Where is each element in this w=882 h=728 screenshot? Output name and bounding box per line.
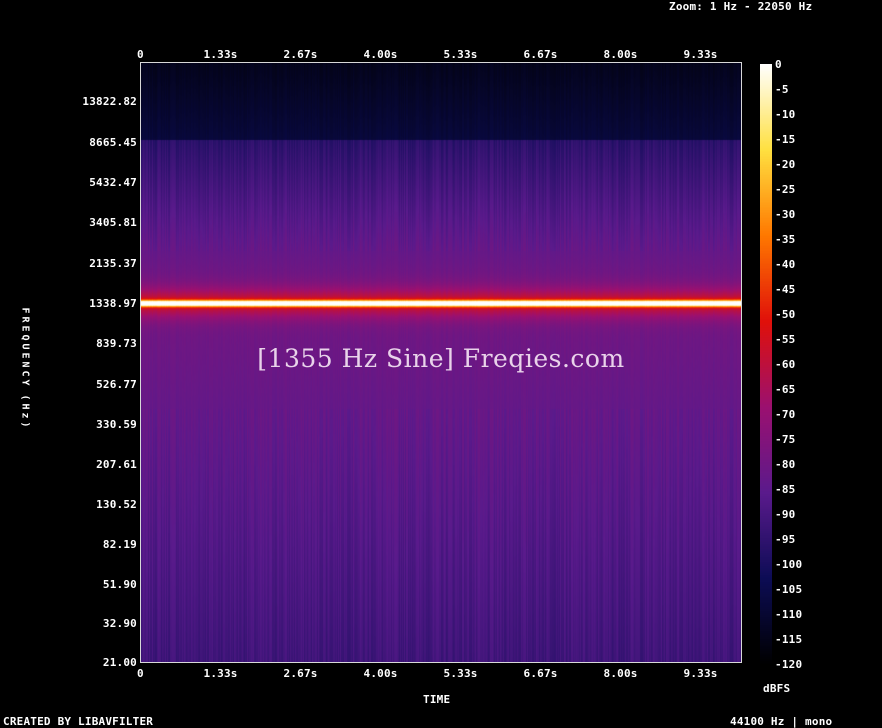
colorbar-tick-label: -80 — [775, 458, 796, 471]
x-tick-label: 2.67s — [283, 48, 318, 61]
y-tick-label: 82.19 — [102, 538, 137, 552]
colorbar-tick-label: -50 — [775, 308, 796, 321]
x-tick-label: 4.00s — [363, 48, 398, 61]
x-tick-label: 9.33s — [683, 48, 718, 61]
colorbar-tick-label: -40 — [775, 258, 796, 271]
colorbar-tick-label: -100 — [775, 558, 803, 571]
y-tick-label: 1338.97 — [89, 297, 137, 311]
colorbar-tick-label: -95 — [775, 533, 796, 546]
colorbar-tick-label: -115 — [775, 633, 803, 646]
x-tick-label: 0 — [137, 48, 144, 61]
y-tick-label: 330.59 — [96, 417, 137, 431]
x-tick-label: 8.00s — [603, 667, 638, 680]
x-tick-label: 6.67s — [523, 48, 558, 61]
y-tick-label: 13822.82 — [82, 95, 137, 109]
y-axis-label: FREQUENCY (Hz) — [19, 307, 31, 428]
colorbar-tick-label: -75 — [775, 433, 796, 446]
x-tick-label: 1.33s — [203, 48, 238, 61]
x-tick-label: 4.00s — [363, 667, 398, 680]
x-tick-label: 9.33s — [683, 667, 718, 680]
colorbar-tick-label: -110 — [775, 608, 803, 621]
colorbar-unit-label: dBFS — [763, 682, 791, 695]
x-tick-label: 5.33s — [443, 667, 478, 680]
colorbar-tick-label: -5 — [775, 83, 789, 96]
x-tick-label: 2.67s — [283, 667, 318, 680]
colorbar-tick-label: -15 — [775, 133, 796, 146]
colorbar-tick-label: -35 — [775, 233, 796, 246]
y-tick-label: 2135.37 — [89, 256, 137, 270]
colorbar-tick-label: -85 — [775, 483, 796, 496]
y-tick-label: 207.61 — [96, 458, 137, 472]
colorbar-tick-label: -30 — [775, 208, 796, 221]
y-tick-label: 130.52 — [96, 498, 137, 512]
x-tick-label: 0 — [137, 667, 144, 680]
colorbar-tick-label: -45 — [775, 283, 796, 296]
colorbar-tick-label: -120 — [775, 658, 803, 671]
x-axis-label: TIME — [423, 693, 451, 706]
colorbar — [760, 64, 772, 664]
colorbar-tick-label: -105 — [775, 583, 803, 596]
y-tick-label: 21.00 — [102, 656, 137, 669]
x-tick-label: 1.33s — [203, 667, 238, 680]
sample-info-label: 44100 Hz | mono — [730, 715, 833, 728]
colorbar-tick-label: -60 — [775, 358, 796, 371]
x-tick-label: 5.33s — [443, 48, 478, 61]
y-tick-label: 5432.47 — [89, 176, 137, 190]
colorbar-tick-label: -70 — [775, 408, 796, 421]
zoom-range-label: Zoom: 1 Hz - 22050 Hz — [669, 0, 813, 13]
y-tick-label: 839.73 — [96, 337, 137, 351]
y-tick-label: 3405.81 — [89, 216, 137, 230]
y-tick-label: 51.90 — [102, 577, 137, 591]
colorbar-tick-label: -20 — [775, 158, 796, 171]
colorbar-tick-label: -55 — [775, 333, 796, 346]
y-tick-label: 32.90 — [102, 617, 137, 631]
colorbar-tick-label: -90 — [775, 508, 796, 521]
colorbar-tick-label: -65 — [775, 383, 796, 396]
created-by-label: CREATED BY LIBAVFILTER — [3, 715, 154, 728]
colorbar-tick-label: 0 — [775, 58, 782, 71]
colorbar-tick-label: -10 — [775, 108, 796, 121]
y-tick-label: 526.77 — [96, 377, 137, 391]
watermark-text: [1355 Hz Sine] Freqies.com — [257, 344, 625, 373]
x-tick-label: 8.00s — [603, 48, 638, 61]
x-tick-label: 6.67s — [523, 667, 558, 680]
y-tick-label: 8665.45 — [89, 135, 137, 149]
colorbar-tick-label: -25 — [775, 183, 796, 196]
